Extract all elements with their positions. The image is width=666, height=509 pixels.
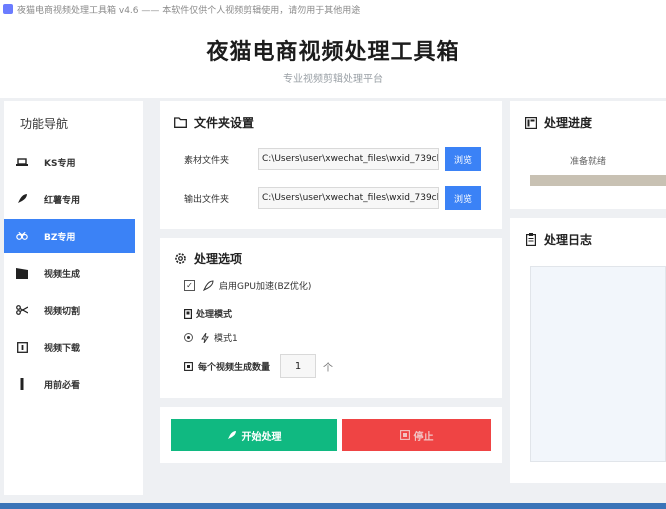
start-button[interactable]: 开始处理 bbox=[171, 419, 337, 451]
sidebar-title: 功能导航 bbox=[20, 117, 69, 131]
output-browse-button[interactable]: 浏览 bbox=[445, 186, 481, 210]
log-title: 处理日志 bbox=[524, 231, 592, 248]
sidebar-item-label: 视频生成 bbox=[44, 269, 81, 280]
sidebar-item-label: KS专用 bbox=[44, 158, 76, 169]
stop-icon bbox=[399, 430, 410, 440]
page-title: 夜猫电商视频处理工具箱 bbox=[206, 40, 460, 65]
folder-settings-title: 文件夹设置 bbox=[174, 114, 254, 131]
sidebar-item-label: 红薯专用 bbox=[44, 195, 81, 206]
mode-icon bbox=[184, 308, 192, 319]
window-titlebar: 夜猫电商视频处理工具箱 v4.6 —— 本软件仅供个人视频剪辑使用，请勿用于其他… bbox=[0, 0, 666, 18]
lightning-icon bbox=[201, 332, 209, 343]
rocket-icon bbox=[227, 430, 237, 440]
log-textarea[interactable] bbox=[530, 266, 666, 462]
chart-icon bbox=[524, 116, 537, 129]
page-subtitle: 专业视频剪辑处理平台 bbox=[283, 74, 383, 85]
output-folder-label: 输出文件夹 bbox=[184, 195, 230, 205]
actions-card: 开始处理 停止 bbox=[160, 407, 502, 463]
sidebar-item-hongshu[interactable]: 红薯专用 bbox=[4, 182, 135, 216]
download-icon bbox=[16, 341, 28, 353]
folder-settings-card: 文件夹设置 素材文件夹 C:\Users\user\xwechat_files\… bbox=[160, 101, 502, 229]
rocket-icon bbox=[16, 193, 28, 205]
sidebar-item-label: 视频切割 bbox=[44, 306, 81, 317]
info-icon bbox=[16, 378, 28, 390]
rocket-icon bbox=[203, 280, 214, 291]
sidebar-item-video-gen[interactable]: 视频生成 bbox=[4, 256, 135, 290]
sidebar-item-must-read[interactable]: 用前必看 bbox=[4, 367, 135, 401]
count-spinbox[interactable]: 1 bbox=[280, 354, 316, 378]
gear-icon bbox=[174, 252, 187, 265]
gpu-accel-checkbox[interactable]: ✓ bbox=[184, 280, 195, 291]
sidebar-item-ks[interactable]: KS专用 bbox=[4, 145, 135, 179]
mode-1-radio[interactable] bbox=[184, 333, 193, 342]
sidebar-item-label: 用前必看 bbox=[44, 380, 81, 391]
window-title: 夜猫电商视频处理工具箱 v4.6 —— 本软件仅供个人视频剪辑使用，请勿用于其他… bbox=[17, 5, 361, 16]
app-icon bbox=[3, 4, 13, 14]
mode-1-row[interactable]: 模式1 bbox=[184, 331, 238, 344]
stop-button[interactable]: 停止 bbox=[342, 419, 491, 451]
source-folder-label: 素材文件夹 bbox=[184, 156, 230, 166]
sidebar: 功能导航 KS专用 红薯专用 BZ专用 视频生成 视频切割 视频下载 用前必看 bbox=[4, 101, 143, 495]
sidebar-item-bz[interactable]: BZ专用 bbox=[4, 219, 135, 253]
processing-options-card: 处理选项 ✓ 启用GPU加速(BZ优化) 处理模式 模式1 每个视频生成数量 1… bbox=[160, 238, 502, 398]
output-folder-input[interactable]: C:\Users\user\xwechat_files\wxid_739cl1x… bbox=[258, 187, 439, 209]
bz-icon bbox=[16, 230, 28, 242]
source-folder-input[interactable]: C:\Users\user\xwechat_files\wxid_739cl1x… bbox=[258, 148, 439, 170]
gpu-accel-row[interactable]: ✓ 启用GPU加速(BZ优化) bbox=[184, 279, 311, 292]
film-icon bbox=[16, 267, 28, 279]
app-header: 夜猫电商视频处理工具箱 专业视频剪辑处理平台 bbox=[0, 18, 666, 98]
progress-status: 准备就绪 bbox=[569, 157, 606, 167]
processing-options-title: 处理选项 bbox=[174, 250, 242, 267]
bottom-bar bbox=[0, 503, 666, 509]
progress-title: 处理进度 bbox=[524, 114, 592, 131]
source-browse-button[interactable]: 浏览 bbox=[445, 147, 481, 171]
gpu-accel-label: 启用GPU加速(BZ优化) bbox=[219, 282, 312, 292]
clipboard-icon bbox=[524, 233, 537, 246]
folder-icon bbox=[174, 116, 187, 129]
scissors-icon bbox=[16, 304, 28, 316]
count-icon bbox=[184, 362, 193, 371]
sidebar-item-label: 视频下载 bbox=[44, 343, 81, 354]
hat-icon bbox=[16, 156, 28, 168]
mode-section-label: 处理模式 bbox=[196, 310, 233, 320]
sidebar-item-video-cut[interactable]: 视频切割 bbox=[4, 293, 135, 327]
count-unit: 个 bbox=[323, 363, 333, 374]
count-row: 每个视频生成数量 bbox=[184, 360, 270, 373]
sidebar-item-video-download[interactable]: 视频下载 bbox=[4, 330, 135, 364]
mode-section: 处理模式 bbox=[184, 307, 232, 320]
sidebar-item-label: BZ专用 bbox=[44, 232, 76, 243]
count-label: 每个视频生成数量 bbox=[198, 363, 271, 373]
mode-1-label: 模式1 bbox=[214, 334, 238, 344]
progress-bar bbox=[530, 175, 666, 186]
